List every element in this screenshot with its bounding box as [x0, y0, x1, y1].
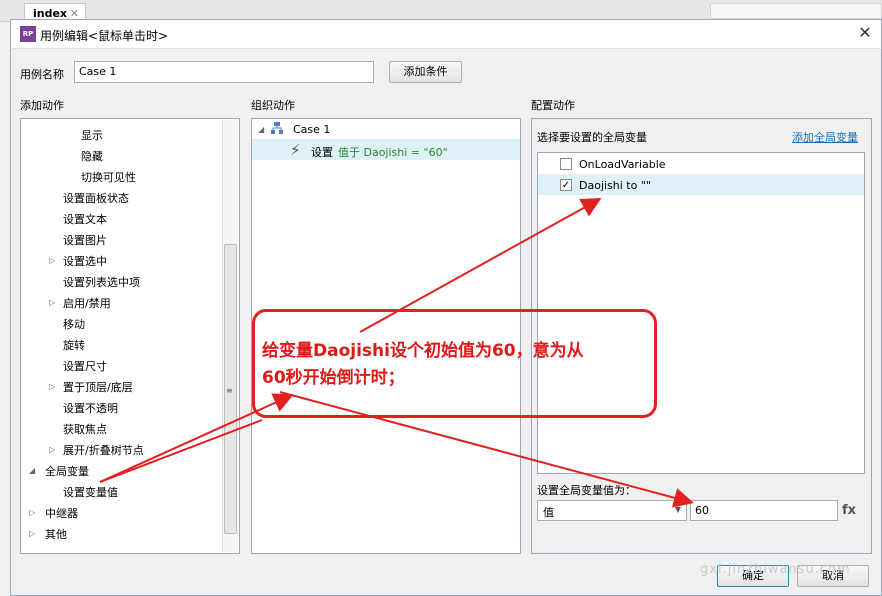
arrow-from-set-variable-2: [99, 419, 263, 483]
annotation-line1: 给变量Daojishi设个初始值为60，意为从: [262, 341, 584, 361]
annotation-arrows: [99, 198, 694, 508]
annotation-line2: 60秒开始倒计时；: [262, 368, 405, 388]
annotation-text: 给变量Daojishi设个初始值为60，意为从 60秒开始倒计时；: [262, 338, 642, 392]
